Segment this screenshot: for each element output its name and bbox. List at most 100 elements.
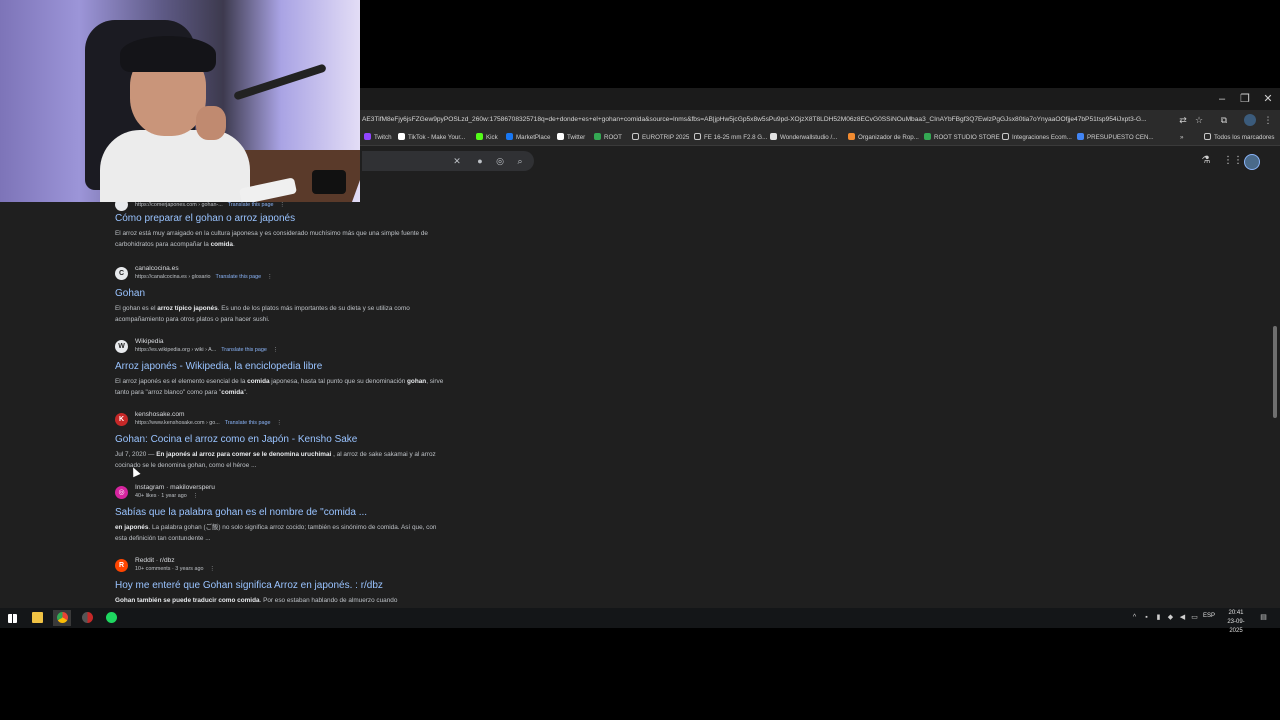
- account-avatar[interactable]: [1244, 154, 1260, 170]
- taskbar-spotify[interactable]: [102, 610, 120, 626]
- bookmark-twitter[interactable]: Twitter: [557, 132, 585, 144]
- bookmark-tiktok[interactable]: TikTok - Make Your...: [398, 132, 465, 144]
- tray-nvidia-icon[interactable]: ◆: [1166, 613, 1175, 623]
- tray-overflow-chevron-icon[interactable]: ^: [1130, 613, 1139, 623]
- result-header: K kenshosake.com https://www.kenshosake.…: [115, 411, 445, 431]
- profile-icon[interactable]: [1244, 114, 1256, 126]
- bookmark-kick[interactable]: Kick: [476, 132, 498, 144]
- search-result-6: R Reddit · r/dbz 10+ comments · 3 years …: [115, 557, 445, 608]
- more-options-icon[interactable]: ⋮: [193, 493, 198, 499]
- page-scrollbar[interactable]: [1273, 326, 1277, 418]
- result-meta: 40+ likes · 1 year ago ⋮: [135, 493, 198, 499]
- more-options-icon[interactable]: ⋮: [267, 274, 272, 280]
- search-result-4: K kenshosake.com https://www.kenshosake.…: [115, 411, 445, 471]
- site-icon: [770, 133, 777, 140]
- volume-icon[interactable]: ◀: [1178, 613, 1187, 623]
- notifications-icon[interactable]: ▤: [1259, 613, 1268, 623]
- chrome-icon: [81, 612, 93, 623]
- streamer-hand: [196, 106, 226, 140]
- result-title-link[interactable]: Gohan: [115, 287, 445, 301]
- result-site-name[interactable]: canalcocina.es: [135, 265, 179, 272]
- tray-mic-icon[interactable]: ▮: [1154, 613, 1163, 623]
- result-title-link[interactable]: Sabías que la palabra gohan es el nombre…: [115, 506, 445, 520]
- clock[interactable]: 20:41 23-09-2025: [1221, 609, 1251, 636]
- bookmark-twitch[interactable]: Twitch: [364, 132, 392, 144]
- bookmark-marketplace[interactable]: MarketPlace: [506, 132, 550, 144]
- result-url[interactable]: https://www.kenshosake.com › go... Transl…: [135, 420, 282, 426]
- language-indicator[interactable]: ESP: [1203, 613, 1215, 619]
- translate-link[interactable]: Translate this page: [228, 202, 274, 208]
- result-meta: 10+ comments · 3 years ago ⋮: [135, 566, 215, 572]
- search-result-5: ◎ Instagram · makiloversperu 40+ likes ·…: [115, 484, 445, 544]
- stream-deck: [312, 170, 346, 194]
- search-result-3: W Wikipedia https://es.wikipedia.org › w…: [115, 338, 445, 398]
- result-meta-text: 10+ comments · 3 years ago: [135, 566, 204, 572]
- result-url[interactable]: https://es.wikipedia.org › wiki › A... Tr…: [135, 347, 278, 353]
- address-bar-url[interactable]: AE3TifM8eFjy6jsFZGew9pyPOSLzd_260w:17586…: [362, 113, 1172, 127]
- menu-dots-icon[interactable]: ⋮: [1262, 114, 1274, 126]
- twitch-icon: [364, 133, 371, 140]
- close-window-button[interactable]: ✕: [1258, 91, 1278, 107]
- start-button[interactable]: [3, 610, 21, 626]
- minimize-button[interactable]: –: [1212, 91, 1232, 107]
- microphone-icon[interactable]: ●: [474, 155, 486, 167]
- translate-icon[interactable]: ⇄: [1177, 114, 1189, 126]
- windows-taskbar: ^ ▪ ▮ ◆ ◀ ▭ ESP 20:41 23-09-2025 ▤: [0, 608, 1280, 634]
- bookmark-root[interactable]: ROOT: [594, 132, 622, 144]
- bookmark-fe-lens[interactable]: FE 16-25 mm F2.8 G...: [694, 132, 767, 144]
- result-url-text: https://canalcocina.es › glosario: [135, 274, 211, 280]
- all-bookmarks-folder[interactable]: Todos los marcadores: [1204, 132, 1275, 144]
- clock-time: 20:41: [1228, 610, 1244, 616]
- reddit-favicon-icon: R: [115, 559, 128, 572]
- result-site-name[interactable]: Reddit · r/dbz: [135, 557, 175, 564]
- facebook-icon: [506, 133, 513, 140]
- clock-date: 23-09-2025: [1227, 619, 1245, 634]
- result-title-link[interactable]: Hoy me enteré que Gohan significa Arroz …: [115, 579, 445, 593]
- maximize-button[interactable]: ❐: [1235, 91, 1255, 107]
- more-bookmarks-chevron-icon[interactable]: »: [1180, 132, 1183, 144]
- result-title-link[interactable]: Gohan: Cocina el arroz como en Japón - K…: [115, 433, 445, 447]
- network-icon[interactable]: ▭: [1190, 613, 1199, 623]
- bookmark-root-studio[interactable]: ROOT STUDIO STORE: [924, 132, 1000, 144]
- folder-icon: [1204, 133, 1211, 140]
- result-url[interactable]: https://canalcocina.es › glosario Transla…: [135, 274, 273, 280]
- search-box[interactable]: ✕ ● ◎ ⌕: [362, 151, 534, 171]
- bookmark-eurotrip[interactable]: EUROTRIP 2025: [632, 132, 689, 144]
- taskbar-file-explorer[interactable]: [28, 610, 46, 626]
- result-header: C canalcocina.es https://canalcocina.es …: [115, 265, 445, 285]
- instagram-favicon-icon: ◎: [115, 486, 128, 499]
- extensions-icon[interactable]: ⧉: [1218, 114, 1230, 126]
- bookmark-star-icon[interactable]: ☆: [1193, 114, 1205, 126]
- store-icon: [924, 133, 931, 140]
- translate-link[interactable]: Translate this page: [225, 420, 271, 426]
- result-title-link[interactable]: Arroz japonés - Wikipedia, la encicloped…: [115, 360, 445, 374]
- taskbar-chrome-profile[interactable]: [78, 610, 96, 626]
- labs-flask-icon[interactable]: ⚗: [1199, 154, 1213, 168]
- result-snippet: El gohan es el arroz típico japonés. Es …: [115, 305, 410, 323]
- translate-link[interactable]: Translate this page: [221, 347, 267, 353]
- result-url-text: https://es.wikipedia.org › wiki › A...: [135, 347, 217, 353]
- folder-icon: [694, 133, 701, 140]
- more-options-icon[interactable]: ⋮: [276, 420, 281, 426]
- bookmark-organizador[interactable]: Organizador de Rop...: [848, 132, 919, 144]
- result-url[interactable]: https://comerjapones.com › gohan-... Tran…: [135, 202, 285, 208]
- more-options-icon[interactable]: ⋮: [273, 347, 278, 353]
- bookmark-integraciones[interactable]: Integraciones Ecom...: [1002, 132, 1072, 144]
- lens-icon[interactable]: ◎: [494, 155, 506, 167]
- result-snippet: El arroz japonés es el elemento esencial…: [115, 378, 444, 396]
- clear-search-icon[interactable]: ✕: [451, 155, 463, 167]
- bookmark-presupuesto[interactable]: PRESUPUESTO CEN...: [1077, 132, 1154, 144]
- taskbar-chrome[interactable]: [53, 610, 71, 626]
- apps-grid-icon[interactable]: ⋮⋮: [1223, 154, 1243, 168]
- search-icon[interactable]: ⌕: [514, 155, 526, 167]
- translate-link[interactable]: Translate this page: [216, 274, 262, 280]
- more-options-icon[interactable]: ⋮: [209, 566, 214, 572]
- result-site-name[interactable]: Instagram · makiloversperu: [135, 484, 215, 491]
- sheets-icon: [594, 133, 601, 140]
- result-site-name[interactable]: Wikipedia: [135, 338, 164, 345]
- more-options-icon[interactable]: ⋮: [279, 202, 284, 208]
- tray-app-icon[interactable]: ▪: [1142, 613, 1151, 623]
- bookmark-wonderwall[interactable]: Wonderwallstudio /...: [770, 132, 837, 144]
- spotify-icon: [105, 612, 117, 623]
- result-site-name[interactable]: kenshosake.com: [135, 411, 184, 418]
